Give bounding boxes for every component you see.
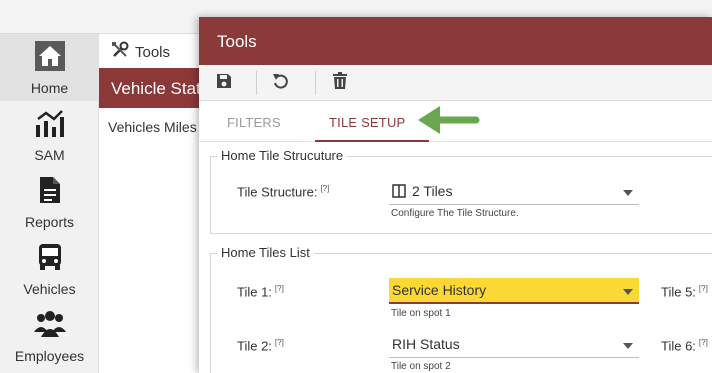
tile-2-hint: Tile on spot 2 <box>391 361 451 372</box>
tile-6-label-text: Tile 6: <box>661 338 696 354</box>
bus-icon <box>37 243 63 276</box>
left-nav: Home SAM Reports Vehicles Employees <box>0 34 99 373</box>
nav-label-sam: SAM <box>34 147 65 163</box>
document-icon <box>38 176 62 209</box>
modal-title: Tools <box>217 32 257 51</box>
tile-5-label: Tile 5: [?] <box>661 284 708 299</box>
undo-icon <box>272 72 290 95</box>
help-icon[interactable]: [?] <box>275 284 284 293</box>
undo-button[interactable] <box>256 65 306 101</box>
tiles-list-legend: Home Tiles List <box>217 245 314 260</box>
nav-item-sam[interactable]: SAM <box>0 101 99 168</box>
tile-1-hint: Tile on spot 1 <box>391 308 451 319</box>
tile-5-label-text: Tile 5: <box>661 284 696 300</box>
tile-1-value: Service History <box>392 282 487 298</box>
tile-1-select[interactable]: Service History <box>389 278 639 304</box>
tiles-list-group: Home Tiles List Tile 1: [?] Service Histo… <box>210 245 712 373</box>
columns-icon <box>392 184 406 201</box>
tile-6-label: Tile 6: [?] <box>661 338 708 353</box>
help-icon[interactable]: [?] <box>275 338 284 347</box>
save-button[interactable] <box>199 65 249 101</box>
tile-structure-value: 2 Tiles <box>412 183 453 199</box>
tools-modal: Tools FILTERS TILE SETUP Home Tile Struc… <box>199 17 712 373</box>
modal-header: Tools <box>199 17 712 65</box>
breadcrumb[interactable]: Tools <box>111 41 170 63</box>
tile-2-select[interactable]: RIH Status <box>389 332 639 358</box>
nav-item-employees[interactable]: Employees <box>0 302 99 369</box>
delete-button[interactable] <box>315 65 365 101</box>
tile-structure-select[interactable]: 2 Tiles <box>389 179 639 205</box>
breadcrumb-label: Tools <box>135 43 171 61</box>
nav-item-home[interactable]: Home <box>0 34 99 101</box>
tile-1-label-text: Tile 1: <box>237 284 272 300</box>
home-icon <box>34 40 66 77</box>
nav-item-reports[interactable]: Reports <box>0 168 99 235</box>
people-icon <box>33 310 67 343</box>
nav-label-reports: Reports <box>24 214 75 230</box>
chevron-down-icon <box>623 343 633 349</box>
tile-structure-group: Home Tile Strucuture Tile Structure: [?] … <box>210 148 712 234</box>
chevron-down-icon <box>623 289 633 295</box>
tile-structure-hint: Configure The Tile Structure. <box>391 208 519 219</box>
help-icon[interactable]: [?] <box>320 184 329 193</box>
nav-label-home: Home <box>30 80 69 96</box>
save-icon <box>216 73 232 94</box>
tile-2-label: Tile 2: [?] <box>237 338 284 353</box>
tile-structure-label-text: Tile Structure: <box>237 184 318 200</box>
tile-structure-legend: Home Tile Strucuture <box>217 148 348 163</box>
tile-structure-label: Tile Structure: [?] <box>237 184 329 199</box>
tools-icon <box>111 41 135 63</box>
section-title-bar: Vehicle Status <box>99 68 209 108</box>
chart-icon <box>35 109 65 142</box>
tab-filters[interactable]: FILTERS <box>227 102 297 142</box>
modal-toolbar <box>199 65 712 101</box>
help-icon[interactable]: [?] <box>699 284 708 293</box>
help-icon[interactable]: [?] <box>699 338 708 347</box>
trash-icon <box>332 71 348 95</box>
tile-2-label-text: Tile 2: <box>237 338 272 354</box>
nav-item-vehicles[interactable]: Vehicles <box>0 235 99 302</box>
annotation-arrow-icon <box>418 106 480 134</box>
section-row-text: Vehicles Miles <box>108 119 197 135</box>
chevron-down-icon <box>623 190 633 196</box>
nav-label-employees: Employees <box>14 348 85 364</box>
nav-label-vehicles: Vehicles <box>23 281 76 297</box>
tile-1-label: Tile 1: [?] <box>237 284 284 299</box>
tile-2-value: RIH Status <box>392 336 460 352</box>
